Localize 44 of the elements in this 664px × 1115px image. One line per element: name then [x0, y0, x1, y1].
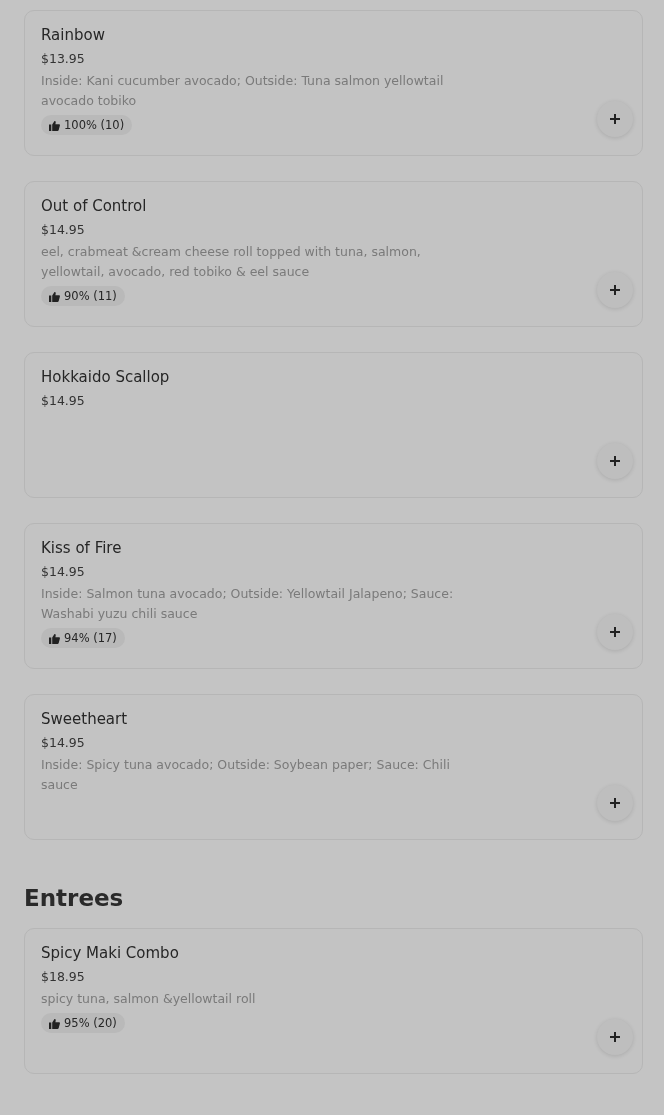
thumbs-up-icon — [49, 632, 60, 644]
item-price: $14.95 — [41, 564, 86, 579]
add-button[interactable] — [597, 1019, 633, 1055]
plus-icon — [609, 797, 621, 809]
rating-text: 100% (10) — [64, 118, 125, 132]
menu-item-card[interactable]: Sweetheart $14.95 Inside: Spicy tuna avocado; Outside: Soybean paper; Sauce: Chili sauce — [24, 694, 643, 840]
menu-item-card[interactable]: Out of Control $14.95 eel, crabmeat &cream cheese roll topped with tuna, salmon, yellowtail, avocado, red tobiko & eel sauce 90% (11) — [24, 181, 643, 327]
plus-icon — [609, 455, 621, 467]
add-button[interactable] — [597, 785, 633, 821]
item-description: spicy tuna, salmon &yellowtail roll — [41, 990, 257, 1008]
item-name: Kiss of Fire — [41, 539, 123, 557]
add-button[interactable] — [597, 272, 633, 308]
item-price: $14.95 — [41, 393, 86, 408]
thumbs-up-icon — [49, 290, 60, 302]
item-name: Hokkaido Scallop — [41, 368, 171, 386]
item-description: Inside: Spicy tuna avocado; Outside: Soybean paper; Sauce: Chili sauce — [41, 756, 451, 794]
item-name: Rainbow — [41, 26, 106, 44]
item-price: $14.95 — [41, 735, 86, 750]
plus-icon — [609, 113, 621, 125]
thumbs-up-icon — [49, 119, 60, 131]
item-name: Sweetheart — [41, 710, 129, 728]
section-heading: Entrees — [24, 885, 125, 911]
rating-text: 94% (17) — [64, 631, 117, 645]
menu-item-card[interactable]: Spicy Maki Combo $18.95 spicy tuna, salmon &yellowtail roll 95% (20) — [24, 928, 643, 1074]
menu-item-card[interactable]: Kiss of Fire $14.95 Inside: Salmon tuna avocado; Outside: Yellowtail Jalapeno; Sauce: Washabi yuzu chili sauce 94% (17) — [24, 523, 643, 669]
item-price: $13.95 — [41, 51, 86, 66]
item-name: Out of Control — [41, 197, 148, 215]
item-description: Inside: Kani cucumber avocado; Outside: Tuna salmon yellowtail avocado tobiko — [41, 72, 445, 110]
rating-text: 90% (11) — [64, 289, 117, 303]
menu-item-card[interactable]: Hokkaido Scallop $14.95 — [24, 352, 643, 498]
add-button[interactable] — [597, 443, 633, 479]
plus-icon — [609, 284, 621, 296]
item-description: Inside: Salmon tuna avocado; Outside: Yellowtail Jalapeno; Sauce: Washabi yuzu chili sauce — [41, 585, 455, 623]
plus-icon — [609, 626, 621, 638]
add-button[interactable] — [597, 101, 633, 137]
thumbs-up-icon — [49, 1017, 60, 1029]
plus-icon — [609, 1031, 621, 1043]
item-description: eel, crabmeat &cream cheese roll topped with tuna, salmon, yellowtail, avocado, red tobiko & eel sauce — [41, 243, 422, 281]
add-button[interactable] — [597, 614, 633, 650]
item-price: $18.95 — [41, 969, 86, 984]
rating-text: 95% (20) — [64, 1016, 117, 1030]
item-price: $14.95 — [41, 222, 86, 237]
item-name: Spicy Maki Combo — [41, 944, 180, 962]
menu-item-card[interactable]: Rainbow $13.95 Inside: Kani cucumber avocado; Outside: Tuna salmon yellowtail avocado tobiko 100% (10) — [24, 10, 643, 156]
